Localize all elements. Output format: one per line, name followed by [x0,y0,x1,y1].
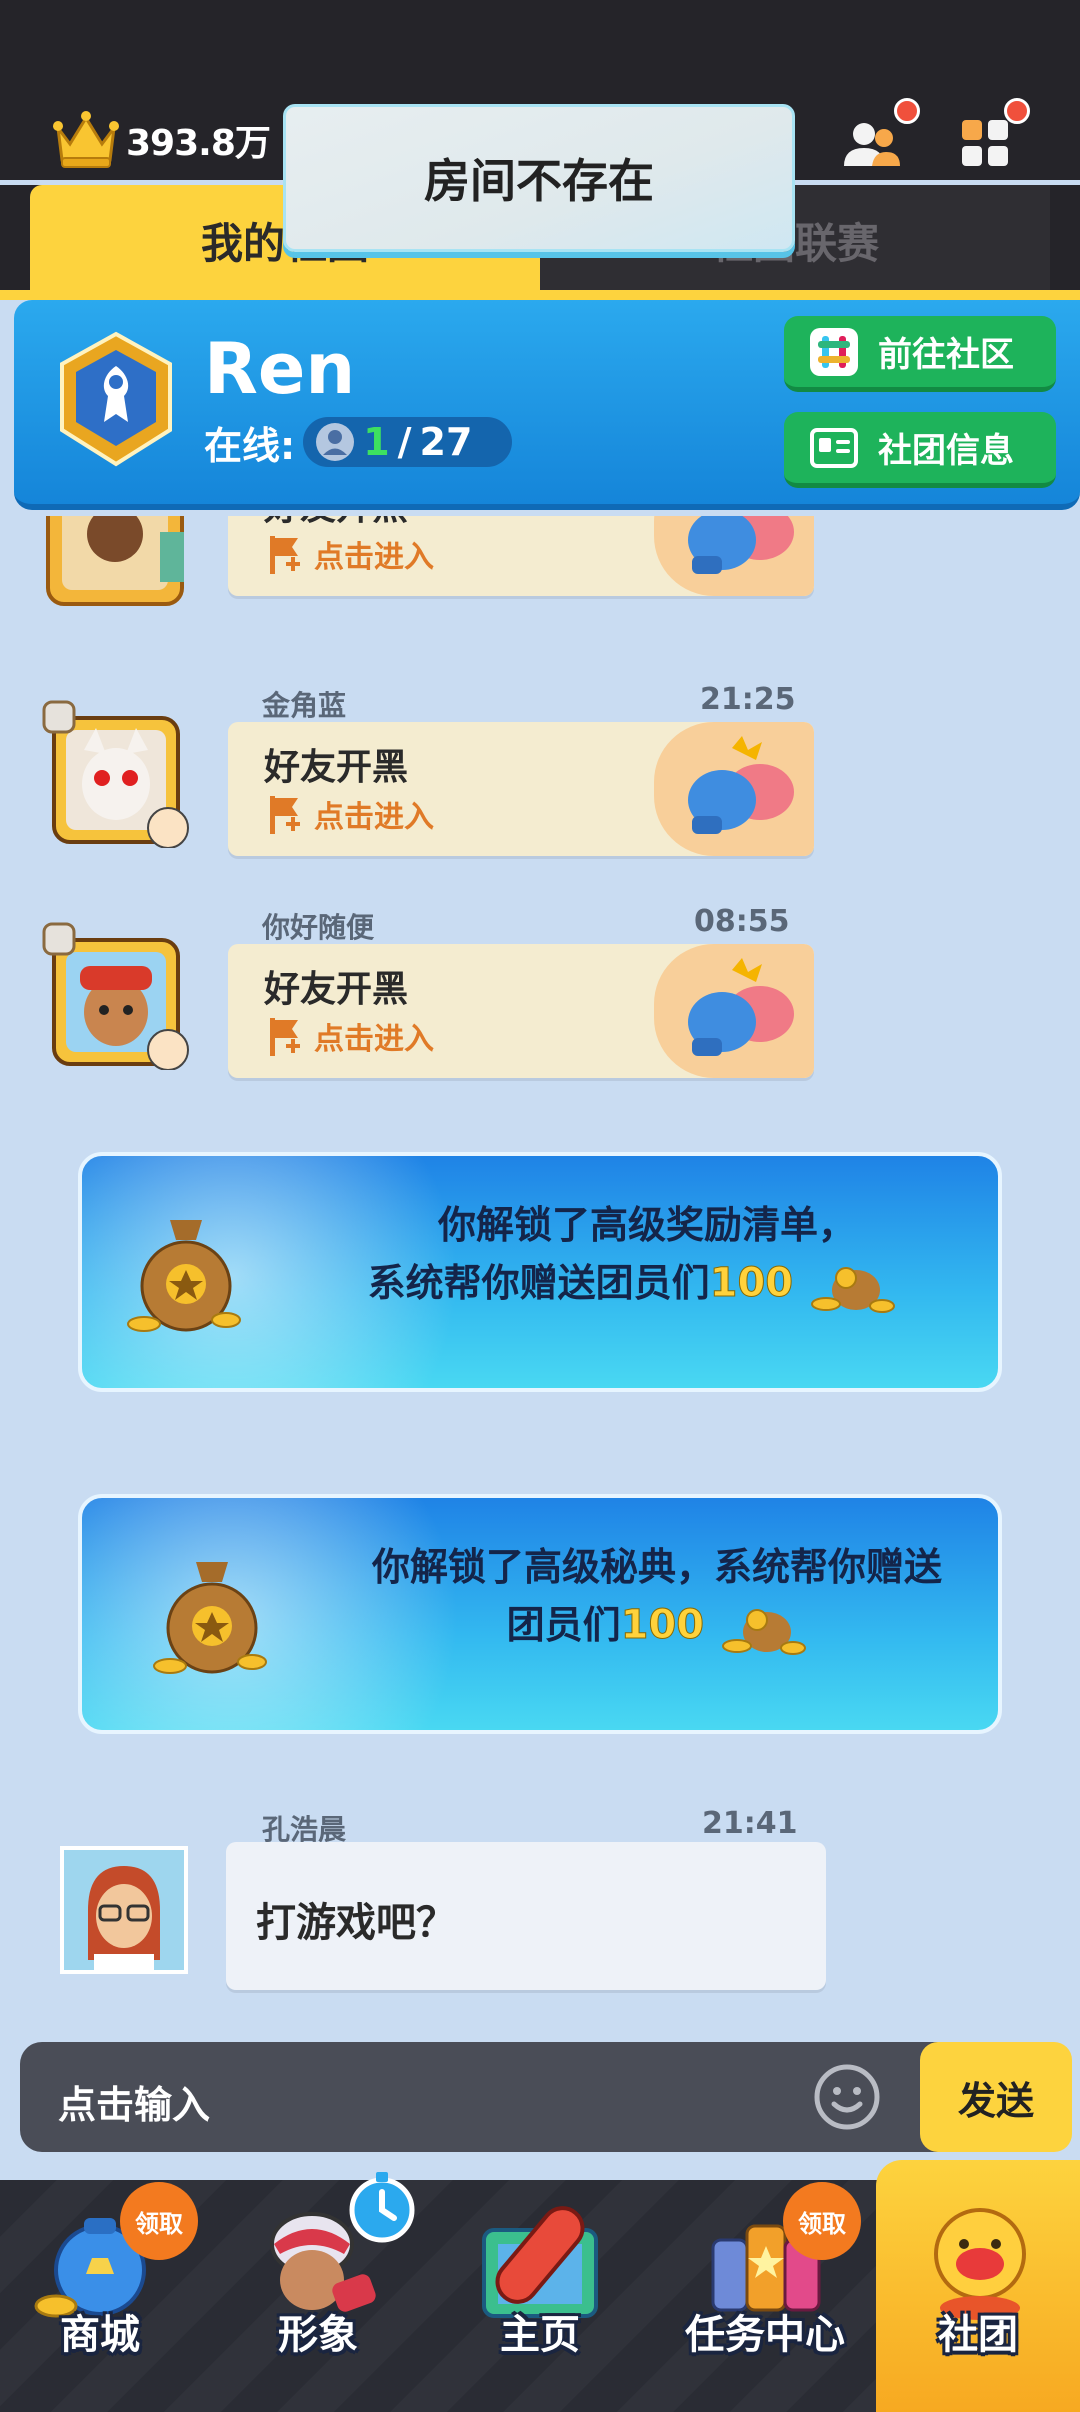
nav-label: 主页 [500,2312,580,2358]
avatar[interactable] [60,1846,188,1974]
claim-badge: 领取 [783,2182,861,2260]
boxing-gloves-icon [688,958,794,1056]
community-icon [810,327,858,376]
sender-name: 金角蓝 [262,689,347,722]
reward-amount: 100 [620,1602,705,1649]
message-input-bar: 点击输入 发送 [20,2042,1072,2152]
system-reward-card: 你解锁了高级秘典，系统帮你赠送 团员们100 [78,1494,1002,1734]
go-community-button[interactable]: 前往社区 [784,316,1056,392]
invite-card[interactable]: 好友开黑 点击进入 [228,944,814,1078]
system-line-2: 团员们 [506,1603,621,1647]
toast-message: 房间不存在 [424,154,654,208]
crown-icon [53,111,119,168]
nav-shop[interactable]: 领取 商城 [0,2180,200,2412]
invite-title: 好友开黑 [264,747,409,788]
send-button[interactable]: 发送 [920,2042,1072,2152]
nav-club[interactable]: 社团 [876,2160,1080,2412]
online-label: 在线: [204,423,296,468]
system-line-2-row: 系统帮你赠送团员们100 [282,1254,982,1314]
message-time: 08:55 [694,904,790,939]
invite-action-label: 点击进入 [314,1022,434,1057]
nav-label: 商城 [60,2312,140,2358]
nav-label: 社团 [938,2312,1018,2358]
sender-name: 你好随便 [262,911,375,944]
person-icon [316,423,355,461]
apps-button[interactable] [952,98,1030,178]
message-input[interactable]: 点击输入 [58,2074,210,2129]
online-count-pill: 1 / 27 [303,417,513,467]
online-separator: / [397,420,412,464]
boxing-gloves-icon [688,516,794,574]
system-message: 你解锁了高级奖励清单， 系统帮你赠送团员们100 [282,1196,982,1314]
boxing-gloves-icon [688,736,794,834]
flag-icon [270,1018,300,1056]
system-line-2-row: 团员们100 [312,1596,998,1656]
toast-popup: 房间不存在 [283,104,795,252]
club-name: Ren [204,328,356,410]
notification-dot [1004,98,1030,124]
flag-icon [270,536,300,574]
invite-title: 好友开黑 [264,969,409,1010]
nav-label: 形象 [278,2312,358,2358]
invite-title: 好友开黑 [264,516,408,530]
online-status: 在线: 1 / 27 [204,416,513,468]
message-time: 21:25 [700,682,796,717]
chat-message-text: 打游戏吧？ [256,1900,456,1946]
system-line-2: 系统帮你赠送团员们 [367,1261,710,1305]
avatar-portrait-icon [64,1850,184,1970]
club-emblem-icon [60,331,172,467]
coin-bag-icon [811,1266,896,1313]
club-header: Ren 在线: 1 / 27 前往社区 社团信息 [14,300,1080,510]
friends-button[interactable] [838,98,920,178]
system-line-1: 你解锁了高级秘典，系统帮你赠送 [371,1545,942,1589]
nav-tasks[interactable]: 领取 任务中心 [665,2180,865,2412]
notification-dot [894,98,920,124]
system-reward-card: 你解锁了高级奖励清单， 系统帮你赠送团员们100 [78,1152,1002,1392]
avatar[interactable] [40,698,190,848]
claim-badge: 领取 [120,2182,198,2260]
currency-display[interactable]: 393.8万 [52,105,271,175]
nav-avatar[interactable]: 形象 [218,2172,418,2412]
avatar [46,516,184,606]
system-line-1: 你解锁了高级奖励清单， [437,1203,856,1247]
invite-action[interactable]: 点击进入 [264,792,434,836]
invite-action[interactable]: 点击进入 [264,1014,434,1058]
currency-value: 393.8万 [126,123,271,164]
club-mascot-icon [934,2208,1026,2320]
invite-card[interactable]: 好友开黑 点击进入 [228,516,814,596]
invite-action-label: 点击进入 [314,800,434,835]
timer-icon [349,2172,415,2243]
member-total: 27 [419,420,473,464]
go-community-label: 前往社区 [878,335,1014,375]
id-card-icon [810,427,858,468]
club-info-label: 社团信息 [878,431,1014,471]
online-count: 1 [363,420,390,464]
tab-underline [0,290,1080,300]
emoji-icon[interactable] [812,2062,882,2132]
flag-icon [270,796,300,834]
invite-action-label: 点击进入 [314,540,434,575]
system-message: 你解锁了高级秘典，系统帮你赠送 团员们100 [312,1538,998,1656]
invite-card[interactable]: 好友开黑 点击进入 [228,722,814,856]
club-info-button[interactable]: 社团信息 [784,412,1056,488]
coin-bag-icon [722,1608,807,1655]
avatar[interactable] [40,920,190,1070]
nav-label: 任务中心 [685,2312,845,2358]
chat-list[interactable]: 好友开黑 点击进入 金角蓝 21:25 [0,516,1080,2036]
chat-bubble[interactable]: 打游戏吧？ [226,1842,826,1990]
invite-action[interactable]: 点击进入 [264,532,434,576]
reward-amount: 100 [709,1260,794,1307]
message-time: 21:41 [702,1806,798,1841]
money-bag-icon [153,1562,267,1674]
nav-home[interactable]: 主页 [440,2180,640,2412]
money-bag-icon [127,1220,241,1332]
